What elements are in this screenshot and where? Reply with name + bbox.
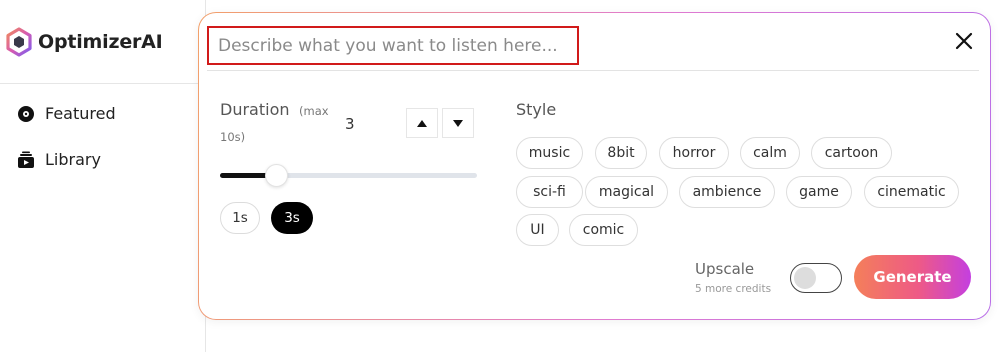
style-chip-sci-fi[interactable]: sci-fi [516, 176, 583, 208]
style-chip-comic[interactable]: comic [569, 214, 638, 246]
caret-down-icon [453, 119, 463, 127]
sidebar-item-label: Library [45, 150, 101, 169]
app-name: OptimizerAI [38, 30, 163, 53]
close-icon [955, 32, 973, 50]
generate-button[interactable]: Generate [854, 255, 971, 299]
upscale-credits-note: 5 more credits [695, 283, 772, 295]
style-chip-cartoon[interactable]: cartoon [811, 137, 892, 169]
sidebar-item-featured[interactable]: Featured [17, 104, 116, 123]
brand[interactable]: OptimizerAI [0, 0, 206, 84]
duration-slider-thumb[interactable] [265, 164, 288, 187]
upscale-toggle-knob [794, 267, 816, 289]
duration-hint: (max [299, 104, 329, 118]
sidebar: OptimizerAI Featured Library [0, 0, 206, 352]
caret-up-icon [417, 119, 427, 127]
sidebar-item-label: Featured [45, 104, 116, 123]
style-chip-cinematic[interactable]: cinematic [864, 176, 959, 208]
sidebar-item-library[interactable]: Library [17, 150, 101, 169]
style-chip-ambience[interactable]: ambience [679, 176, 775, 208]
header-divider [207, 70, 979, 71]
style-chip-music[interactable]: music [516, 137, 583, 169]
style-chip-horror[interactable]: horror [659, 137, 729, 169]
prompt-input[interactable] [218, 35, 577, 56]
duration-hint-max: 10s) [220, 130, 246, 144]
optimizer-logo-icon [6, 26, 32, 57]
prompt-highlight-box [207, 26, 579, 65]
style-chip-calm[interactable]: calm [740, 137, 800, 169]
disc-icon [17, 105, 35, 123]
style-chip-magical[interactable]: magical [585, 176, 668, 208]
upscale-toggle[interactable] [790, 263, 842, 293]
duration-value[interactable]: 3 [345, 115, 355, 133]
duration-preset-1s[interactable]: 1s [220, 202, 260, 234]
style-chip-ui[interactable]: UI [516, 214, 559, 246]
duration-preset-3s[interactable]: 3s [271, 202, 313, 234]
close-button[interactable] [954, 31, 974, 51]
duration-increment-button[interactable] [406, 108, 438, 138]
style-chip-8bit[interactable]: 8bit [595, 137, 647, 169]
style-chip-game[interactable]: game [786, 176, 852, 208]
style-label: Style [516, 100, 557, 119]
upscale-label: Upscale [695, 260, 755, 278]
library-icon [17, 151, 35, 169]
generate-sound-modal: Duration (max 10s) 3 1s 3s Style music 8… [198, 12, 991, 320]
duration-label: Duration [220, 100, 290, 119]
duration-slider[interactable] [220, 164, 477, 187]
duration-decrement-button[interactable] [442, 108, 474, 138]
